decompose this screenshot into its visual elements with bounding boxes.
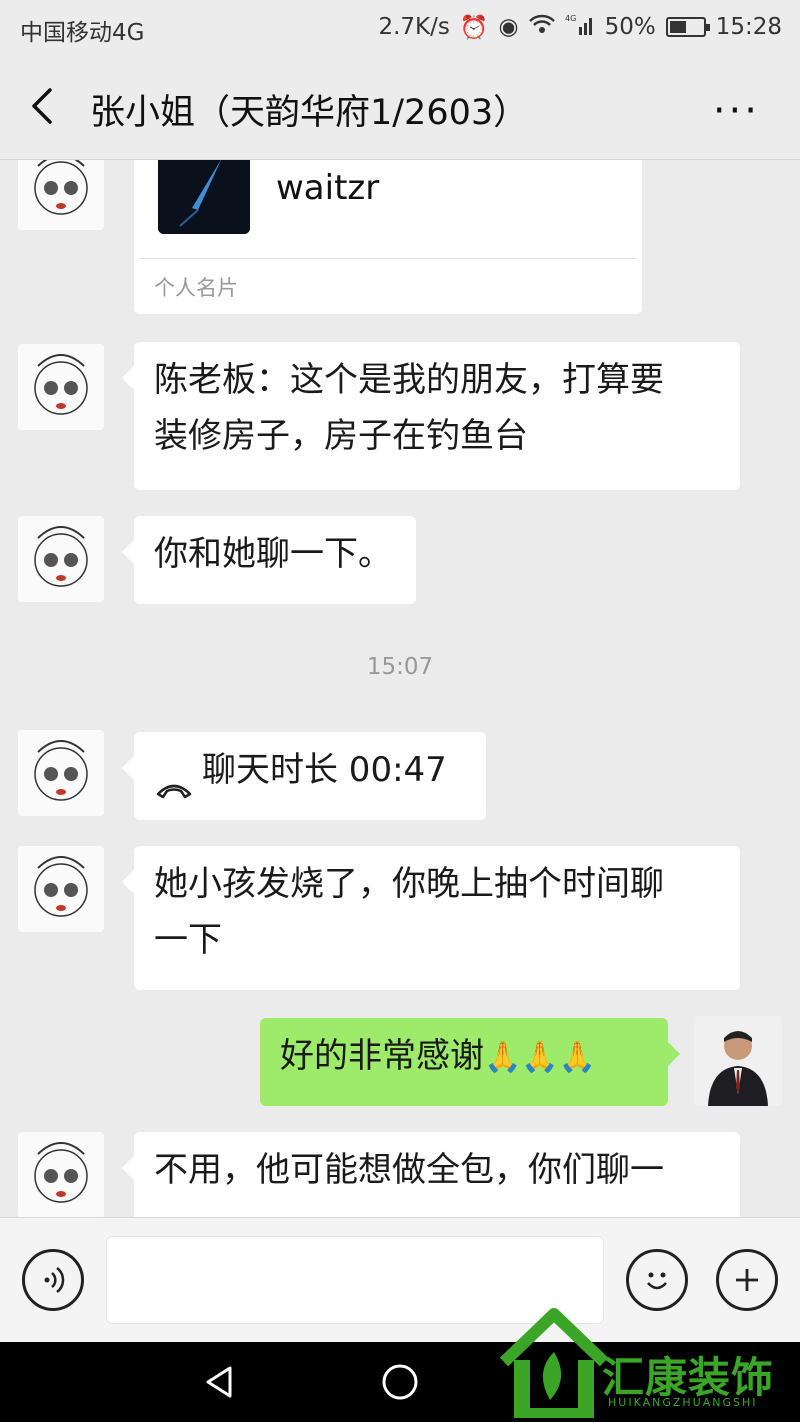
- call-duration-text: 聊天时长 00:47: [202, 750, 447, 790]
- contact-avatar[interactable]: [18, 344, 104, 430]
- message-bubble[interactable]: 不用，他可能想做全包，你们聊一: [122, 1132, 740, 1217]
- message-text-line: 一下: [154, 920, 222, 960]
- my-avatar[interactable]: [694, 1016, 782, 1106]
- svg-text:4G: 4G: [565, 14, 576, 23]
- clock: 15:28: [715, 14, 782, 40]
- status-right: 2.7K/s ⏰ ◉ 4G 50% 15:28: [378, 13, 782, 41]
- message-text: 不用，他可能想做全包，你们聊一: [154, 1150, 664, 1190]
- signal-icon: 4G: [565, 13, 595, 41]
- contact-card-message[interactable]: waitzr 个人名片: [134, 160, 642, 314]
- eye-icon: ◉: [498, 14, 519, 40]
- contact-avatar[interactable]: [18, 1132, 104, 1217]
- timestamp: 15:07: [366, 654, 434, 680]
- nav-back-icon[interactable]: [198, 1360, 242, 1404]
- message-bubble[interactable]: 陈老板：这个是我的朋友，打算要 装修房子，房子在钓鱼台: [122, 342, 740, 490]
- message-bubble[interactable]: 她小孩发烧了，你晚上抽个时间聊 一下: [122, 846, 740, 990]
- contact-avatar[interactable]: [18, 160, 104, 230]
- message-bubble[interactable]: 你和她聊一下。: [122, 516, 416, 604]
- contact-avatar[interactable]: [18, 516, 104, 602]
- back-arrow-icon[interactable]: [26, 84, 62, 128]
- brand-watermark: 汇康装饰 HUIKANGZHUANGSHI: [498, 1300, 798, 1422]
- card-divider: [140, 258, 636, 259]
- card-name: waitzr: [276, 168, 380, 208]
- sent-message-bubble[interactable]: 好的非常感谢🙏🙏🙏: [260, 1018, 680, 1106]
- chat-title: 张小姐（天韵华府1/2603）: [90, 93, 529, 133]
- contact-avatar[interactable]: [18, 846, 104, 932]
- status-bar: 中国移动4G 2.7K/s ⏰ ◉ 4G 50% 15:28: [0, 0, 800, 54]
- battery-icon: [665, 17, 710, 37]
- wifi-icon: [528, 14, 555, 40]
- message-text: 你和她聊一下。: [154, 534, 392, 574]
- message-text-line: 装修房子，房子在钓鱼台: [154, 416, 528, 456]
- message-text-line: 她小孩发烧了，你晚上抽个时间聊: [154, 864, 664, 904]
- more-icon[interactable]: ···: [713, 88, 760, 134]
- battery-percent: 50%: [604, 14, 656, 40]
- network-speed: 2.7K/s: [378, 14, 450, 40]
- message-list[interactable]: waitzr 个人名片 陈老板：这个是我的朋友，打算要 装修房子，房子在钓鱼台 …: [0, 160, 800, 1217]
- message-text-line: 陈老板：这个是我的朋友，打算要: [154, 360, 664, 400]
- voice-input-icon[interactable]: [22, 1249, 84, 1311]
- chat-header: 张小姐（天韵华府1/2603） ···: [0, 54, 800, 160]
- house-leaf-logo: [499, 1308, 609, 1418]
- phone-hangup-icon: [154, 761, 194, 798]
- brand-pinyin: HUIKANGZHUANGSHI: [608, 1396, 758, 1409]
- contact-avatar[interactable]: [18, 730, 104, 816]
- card-avatar-image: [158, 160, 250, 234]
- card-type-label: 个人名片: [154, 276, 238, 300]
- call-record-bubble[interactable]: 聊天时长 00:47: [122, 732, 486, 820]
- message-text: 好的非常感谢: [280, 1036, 484, 1076]
- nav-home-icon[interactable]: [378, 1360, 422, 1404]
- carrier-label: 中国移动4G: [20, 20, 145, 46]
- praying-hands-emoji: 🙏🙏🙏: [484, 1040, 597, 1075]
- alarm-icon: ⏰: [459, 14, 489, 41]
